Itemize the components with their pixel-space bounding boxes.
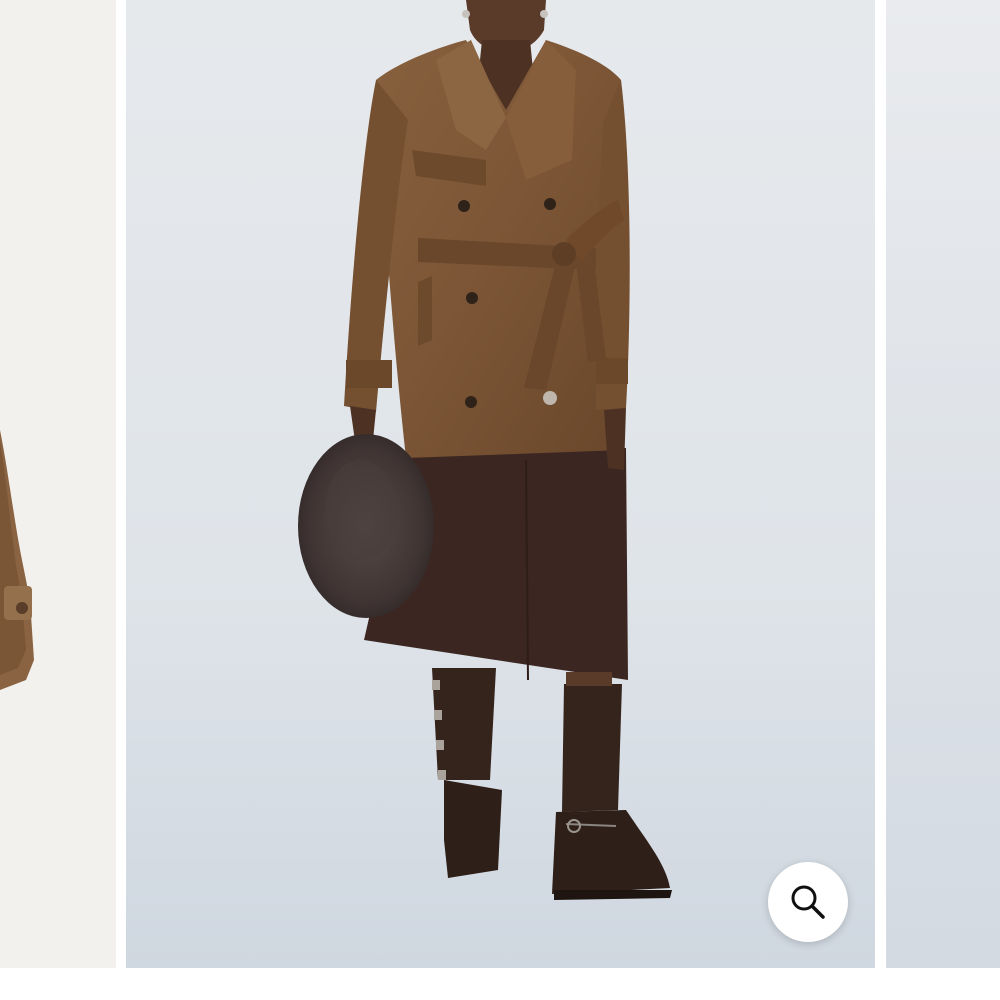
- main-product-image[interactable]: [126, 0, 875, 968]
- magnifier-icon: [791, 885, 825, 919]
- image-carousel[interactable]: [0, 0, 1000, 968]
- product-image-gallery: [0, 0, 1000, 1000]
- previous-slide-image[interactable]: [0, 0, 116, 968]
- zoom-image-button[interactable]: [768, 862, 848, 942]
- next-slide-image[interactable]: [886, 0, 1000, 968]
